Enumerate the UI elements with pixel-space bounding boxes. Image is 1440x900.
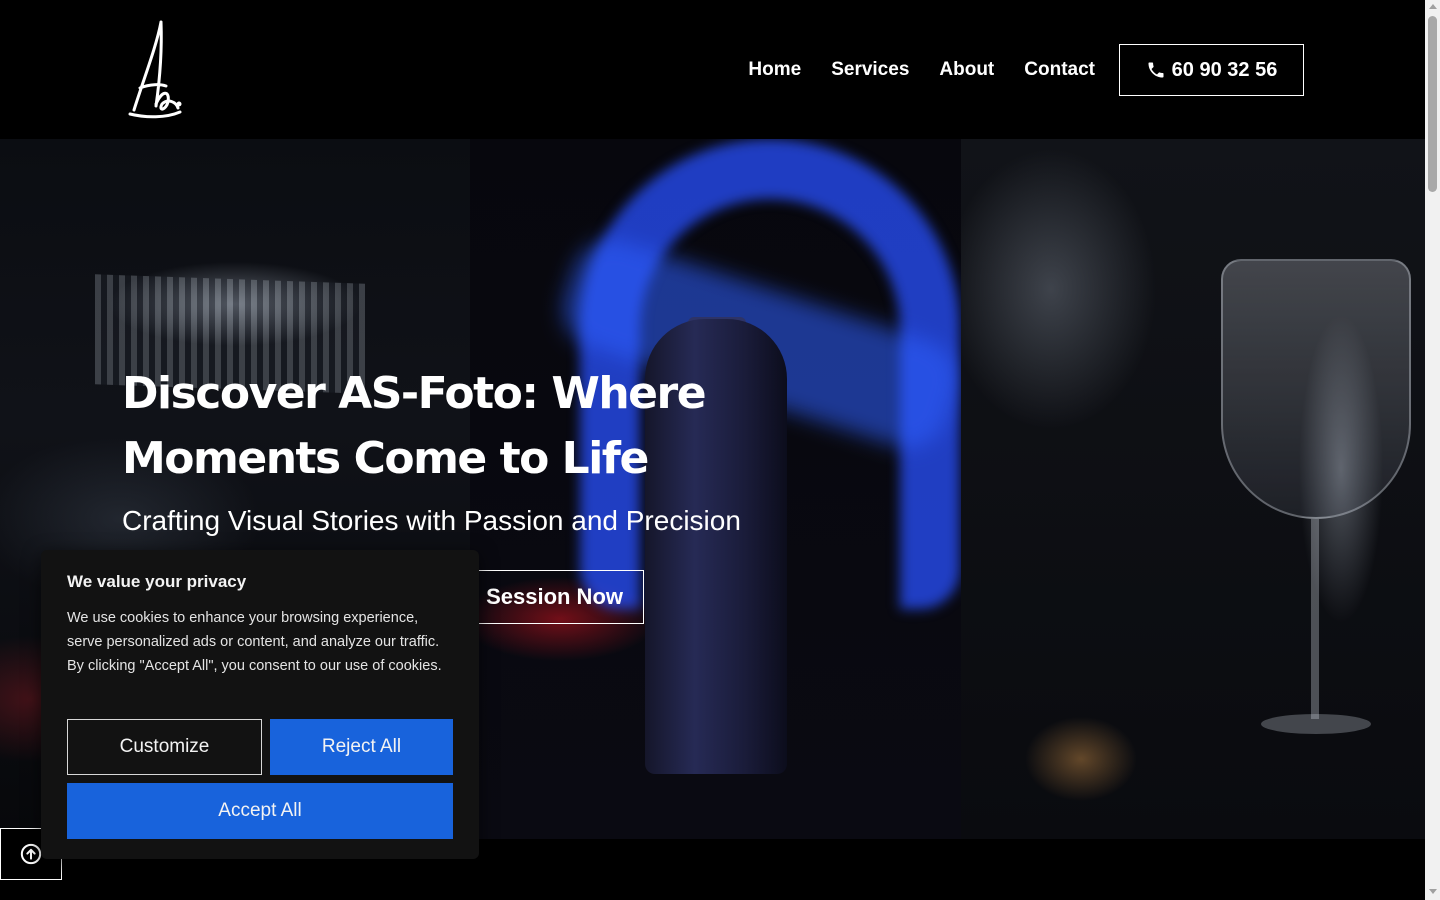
page-scrollbar[interactable]	[1425, 0, 1440, 900]
scroll-down-arrow-icon[interactable]	[1429, 889, 1437, 894]
logo-icon	[128, 20, 182, 119]
arrow-up-circle-icon	[20, 843, 42, 865]
nav-services[interactable]: Services	[831, 59, 909, 81]
phone-number: 60 90 32 56	[1171, 58, 1278, 81]
hero-image-cocktail	[961, 139, 1425, 839]
signature-logo[interactable]	[126, 18, 186, 120]
customize-button[interactable]: Customize	[67, 719, 262, 775]
scroll-thumb[interactable]	[1428, 16, 1437, 192]
cookie-text: We use cookies to enhance your browsing …	[67, 610, 442, 674]
scroll-up-arrow-icon[interactable]	[1429, 4, 1437, 9]
hero-title: Discover AS-Foto: Where Moments Come to …	[122, 368, 707, 484]
nav-contact[interactable]: Contact	[1024, 59, 1095, 81]
accept-all-button[interactable]: Accept All	[67, 783, 453, 839]
hero-subtitle: Crafting Visual Stories with Passion and…	[122, 505, 741, 536]
main-nav: Home Services About Contact 60 90 32 56	[748, 44, 1304, 96]
cookie-title: We value your privacy	[67, 572, 247, 591]
site-header: Home Services About Contact 60 90 32 56	[0, 0, 1425, 139]
reject-all-button[interactable]: Reject All	[270, 719, 453, 775]
nav-home[interactable]: Home	[748, 59, 801, 81]
cookie-button-row: Customize Reject All	[67, 719, 453, 775]
phone-icon	[1148, 62, 1164, 78]
cookie-consent-banner: We value your privacy We use cookies to …	[41, 550, 479, 859]
phone-button[interactable]: 60 90 32 56	[1119, 44, 1304, 96]
nav-about[interactable]: About	[939, 59, 994, 81]
